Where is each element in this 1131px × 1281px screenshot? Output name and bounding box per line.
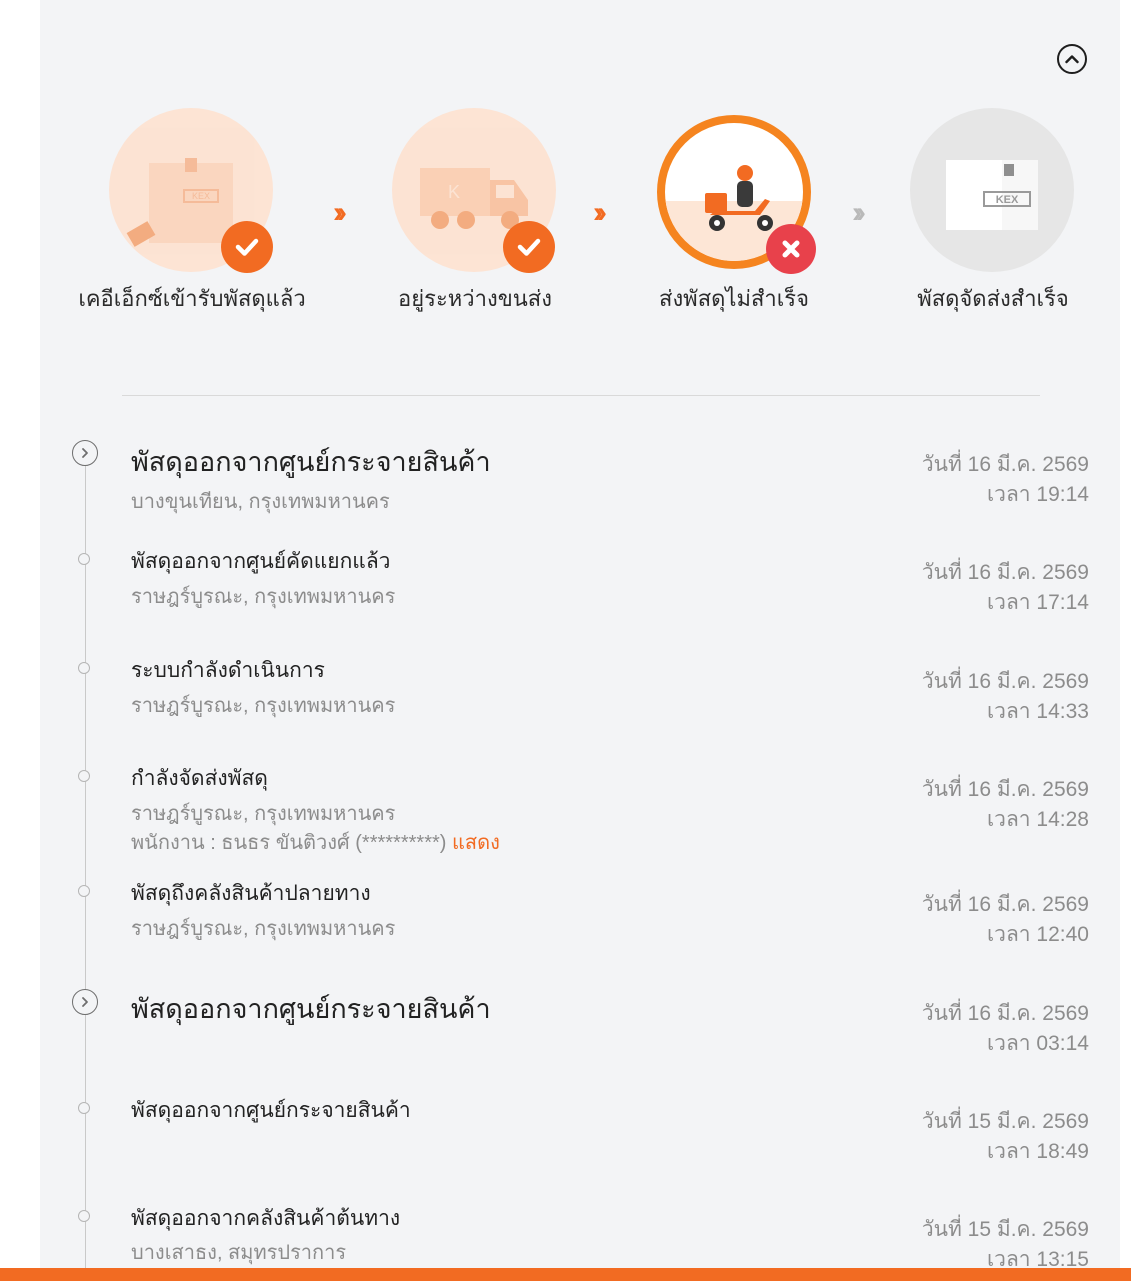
timeline-node <box>78 1210 90 1222</box>
event-date: วันที่ 15 มี.ค. 2569 <box>921 1218 1089 1241</box>
divider <box>122 395 1040 396</box>
event-time: เวลา 17:14 <box>986 591 1089 614</box>
event-location: บางขุนเทียน, กรุงเทพมหานคร <box>131 491 390 513</box>
event-time: เวลา 19:14 <box>986 483 1089 506</box>
step-label: อยู่ระหว่างขนส่ง <box>398 286 552 311</box>
event-time: เวลา 03:14 <box>986 1032 1089 1055</box>
event-date: วันที่ 16 มี.ค. 2569 <box>921 1002 1089 1025</box>
timeline-node <box>78 770 90 782</box>
event-title: พัสดุออกจากศูนย์กระจายสินค้า <box>131 447 491 477</box>
event-location: ราษฎร์บูรณะ, กรุงเทพมหานคร <box>131 586 396 608</box>
svg-text:KEX: KEX <box>192 191 210 201</box>
event-location: ราษฎร์บูรณะ, กรุงเทพมหานคร <box>131 803 396 825</box>
double-chevron-icon: ›› <box>852 196 866 229</box>
event-time: เวลา 18:49 <box>986 1140 1089 1163</box>
bottom-accent-bar <box>0 1268 1131 1281</box>
event-time: เวลา 14:33 <box>986 700 1089 723</box>
event-title: กำลังจัดส่งพัสดุ <box>131 767 268 790</box>
step-picked-up: KEX เคอีเอ็กซ์เข้ารับพัสดุแล้ว <box>72 108 312 318</box>
check-icon <box>221 221 273 273</box>
chevron-up-icon <box>1065 55 1079 64</box>
timeline-node <box>78 1102 90 1114</box>
timeline-node <box>78 885 90 897</box>
event-staff: พนักงาน : ธนธร ขันติวงศ์ (**********) แส… <box>131 826 500 858</box>
event-date: วันที่ 16 มี.ค. 2569 <box>921 778 1089 801</box>
event-title: พัสดุออกจากศูนย์กระจายสินค้า <box>131 1099 411 1122</box>
event-date: วันที่ 16 มี.ค. 2569 <box>921 561 1089 584</box>
timeline-node <box>78 553 90 565</box>
double-chevron-icon: ›› <box>593 196 607 229</box>
show-phone-link[interactable]: แสดง <box>452 832 500 854</box>
event-location: ราษฎร์บูรณะ, กรุงเทพมหานคร <box>131 918 396 940</box>
close-icon <box>766 224 816 274</box>
event-title: พัสดุออกจากศูนย์กระจายสินค้า <box>131 994 491 1024</box>
timeline-node <box>78 662 90 674</box>
staff-text: พนักงาน : ธนธร ขันติวงศ์ (**********) <box>131 832 447 854</box>
event-time: เวลา 14:28 <box>986 808 1089 831</box>
chevron-right-circle-icon[interactable] <box>72 440 98 466</box>
event-title: พัสดุออกจากศูนย์คัดแยกแล้ว <box>131 550 391 573</box>
event-date: วันที่ 16 มี.ค. 2569 <box>921 670 1089 693</box>
step-delivery-failed: ส่งพัสดุไม่สำเร็จ <box>614 108 854 318</box>
event-title: พัสดุถึงคลังสินค้าปลายทาง <box>131 882 371 905</box>
event-title: พัสดุออกจากคลังสินค้าต้นทาง <box>131 1207 401 1230</box>
collapse-button[interactable] <box>1057 44 1087 74</box>
event-title: ระบบกำลังดำเนินการ <box>131 659 325 682</box>
step-in-transit: K อยู่ระหว่างขนส่ง <box>355 108 595 318</box>
chevron-right-circle-icon[interactable] <box>72 989 98 1015</box>
step-label: ส่งพัสดุไม่สำเร็จ <box>659 286 809 311</box>
timeline-line <box>85 454 86 1268</box>
check-icon <box>503 221 555 273</box>
svg-text:K: K <box>448 182 460 202</box>
event-time: เวลา 12:40 <box>986 923 1089 946</box>
event-date: วันที่ 15 มี.ค. 2569 <box>921 1110 1089 1133</box>
box-icon: KEX <box>910 108 1074 272</box>
step-label: พัสดุจัดส่งสำเร็จ <box>917 286 1069 311</box>
event-date: วันที่ 16 มี.ค. 2569 <box>921 453 1089 476</box>
step-delivered: KEX พัสดุจัดส่งสำเร็จ <box>873 108 1113 318</box>
event-location: ราษฎร์บูรณะ, กรุงเทพมหานคร <box>131 695 396 717</box>
event-date: วันที่ 16 มี.ค. 2569 <box>921 893 1089 916</box>
step-label: เคอีเอ็กซ์เข้ารับพัสดุแล้ว <box>78 286 306 311</box>
svg-text:KEX: KEX <box>996 194 1019 206</box>
right-margin <box>1120 0 1131 1268</box>
double-chevron-icon: ›› <box>333 196 347 229</box>
event-location: บางเสาธง, สมุทรปราการ <box>131 1242 347 1264</box>
